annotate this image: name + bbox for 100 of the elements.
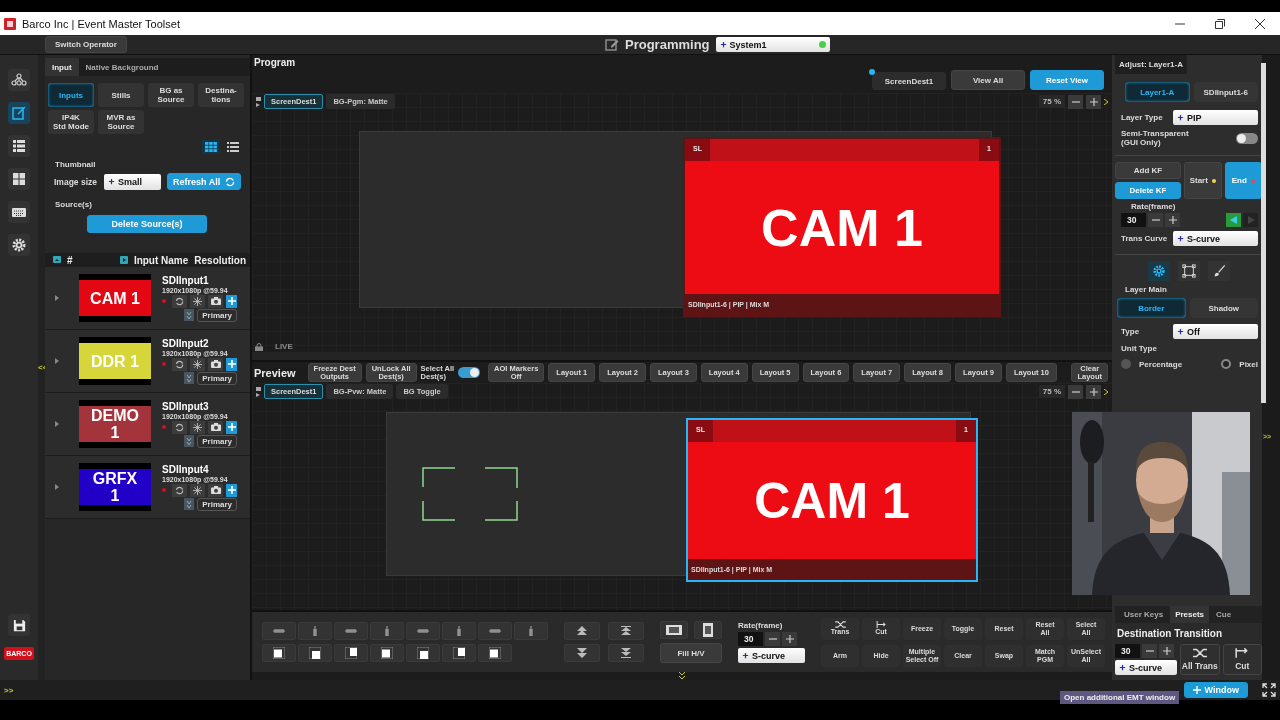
chevron-icon[interactable]	[1104, 388, 1108, 395]
transition-button[interactable]: All Trans	[1180, 644, 1220, 675]
tiles-button[interactable]	[8, 168, 30, 190]
property-tab[interactable]: Shadow	[1189, 298, 1258, 318]
handle-icon[interactable]	[256, 386, 261, 397]
align-button[interactable]	[514, 622, 548, 640]
position-button[interactable]	[442, 644, 476, 662]
add-button[interactable]	[226, 357, 237, 371]
camera-button[interactable]	[208, 420, 223, 434]
position-button[interactable]	[262, 644, 296, 662]
zoom-in-button[interactable]	[1086, 384, 1101, 399]
unit-radio[interactable]: Percentage	[1121, 359, 1183, 369]
decrement-button[interactable]	[765, 632, 781, 646]
list-button[interactable]	[8, 135, 30, 157]
panel-tab[interactable]: User Keys	[1119, 606, 1169, 623]
save-button[interactable]	[8, 614, 30, 636]
crop-tab[interactable]	[1177, 261, 1200, 281]
position-button[interactable]	[406, 644, 440, 662]
transition-button[interactable]: Cut	[1222, 644, 1262, 675]
freeze-button[interactable]	[190, 483, 205, 497]
gear-tab[interactable]	[1147, 261, 1170, 281]
increment-button[interactable]	[1165, 213, 1181, 227]
rate-field[interactable]: 30	[738, 632, 764, 646]
fill-button[interactable]: Fill H/V	[660, 643, 722, 663]
panel-tab[interactable]: Presets	[1170, 606, 1210, 623]
caret-icon[interactable]	[55, 295, 59, 301]
refresh-button[interactable]	[172, 420, 187, 434]
freeze-button[interactable]	[190, 294, 205, 308]
image-size-dropdown[interactable]: Small	[104, 173, 161, 190]
align-button[interactable]	[262, 622, 296, 640]
freeze-button[interactable]	[190, 357, 205, 371]
list-view-button[interactable]	[224, 140, 242, 154]
decrement-button[interactable]	[1142, 644, 1158, 658]
zoom-out-button[interactable]	[1068, 94, 1083, 109]
toggle-switch[interactable]	[458, 367, 481, 378]
rate-field[interactable]: 30	[1115, 644, 1141, 658]
caret-icon[interactable]	[55, 484, 59, 490]
align-button[interactable]	[370, 622, 404, 640]
curve-dropdown[interactable]: S-curve	[1173, 231, 1258, 246]
toggle-switch[interactable]	[1236, 132, 1258, 144]
bring-forward-button[interactable]	[564, 622, 600, 640]
source-tab[interactable]: IP4K Std Mode	[48, 110, 94, 134]
source-tab[interactable]: BG as Source	[148, 83, 194, 107]
camera-button[interactable]	[208, 483, 223, 497]
handle-icon[interactable]	[256, 96, 261, 107]
send-to-back-button[interactable]	[608, 644, 644, 662]
position-button[interactable]	[334, 644, 368, 662]
destination-button[interactable]: ScreenDest1	[872, 72, 946, 90]
grid-view-button[interactable]	[202, 140, 220, 154]
rate-field[interactable]: 30	[1121, 213, 1147, 227]
decrement-button[interactable]	[1148, 213, 1164, 227]
curve-dropdown[interactable]: S-curve	[738, 648, 805, 663]
property-tab[interactable]: Border	[1117, 298, 1186, 318]
position-button[interactable]	[370, 644, 404, 662]
gear-button[interactable]	[8, 234, 30, 256]
view-all-button[interactable]: View All	[951, 70, 1025, 90]
source-tab[interactable]: Inputs	[48, 83, 94, 107]
unit-radio[interactable]: Pixel	[1221, 359, 1258, 369]
zoom-out-button[interactable]	[1068, 384, 1083, 399]
freeze-button[interactable]	[190, 420, 205, 434]
scrollbar[interactable]	[1260, 63, 1266, 403]
add-button[interactable]	[226, 420, 237, 434]
layer-tab[interactable]: Layer1-A	[1125, 82, 1190, 102]
align-button[interactable]	[478, 622, 512, 640]
layer-tab[interactable]: SDIInput1-6	[1193, 82, 1258, 102]
edit-button[interactable]	[8, 102, 30, 124]
system-dropdown[interactable]: System1	[715, 37, 830, 52]
sort-icon[interactable]	[53, 256, 61, 264]
panel-tab[interactable]: Input	[45, 58, 79, 76]
source-tab[interactable]: Stills	[98, 83, 144, 107]
keyframe-button[interactable]: Start	[1184, 162, 1222, 199]
zoom-in-button[interactable]	[1086, 94, 1101, 109]
source-tab[interactable]: MVR as Source	[98, 110, 144, 134]
border-type-dropdown[interactable]: Off	[1173, 324, 1258, 339]
camera-button[interactable]	[208, 294, 223, 308]
align-button[interactable]	[298, 622, 332, 640]
fill-horizontal-button[interactable]	[660, 621, 688, 639]
add-button[interactable]	[226, 294, 237, 308]
refresh-button[interactable]	[172, 357, 187, 371]
align-button[interactable]	[334, 622, 368, 640]
expand-handle[interactable]: >>	[4, 685, 14, 695]
caret-icon[interactable]	[55, 358, 59, 364]
align-button[interactable]	[406, 622, 440, 640]
expand-icon[interactable]	[119, 256, 128, 264]
fill-vertical-button[interactable]	[694, 621, 722, 639]
expand-chevron-icon[interactable]	[679, 672, 685, 680]
send-backward-button[interactable]	[564, 644, 600, 662]
source-tab[interactable]: Destina- tions	[198, 83, 244, 107]
layer-type-dropdown[interactable]: PIP	[1173, 110, 1258, 125]
curve-dropdown[interactable]: S-curve	[1115, 660, 1177, 675]
position-button[interactable]	[478, 644, 512, 662]
chevron-icon[interactable]	[1104, 98, 1108, 105]
brush-tab[interactable]	[1207, 261, 1230, 281]
position-button[interactable]	[298, 644, 332, 662]
align-button[interactable]	[442, 622, 476, 640]
caret-icon[interactable]	[55, 421, 59, 427]
add-keyframe-button[interactable]: Add KF	[1115, 162, 1181, 179]
panel-tab[interactable]: Native Background	[78, 58, 166, 76]
increment-button[interactable]	[1159, 644, 1175, 658]
panel-tab[interactable]: Cue	[1211, 606, 1237, 623]
